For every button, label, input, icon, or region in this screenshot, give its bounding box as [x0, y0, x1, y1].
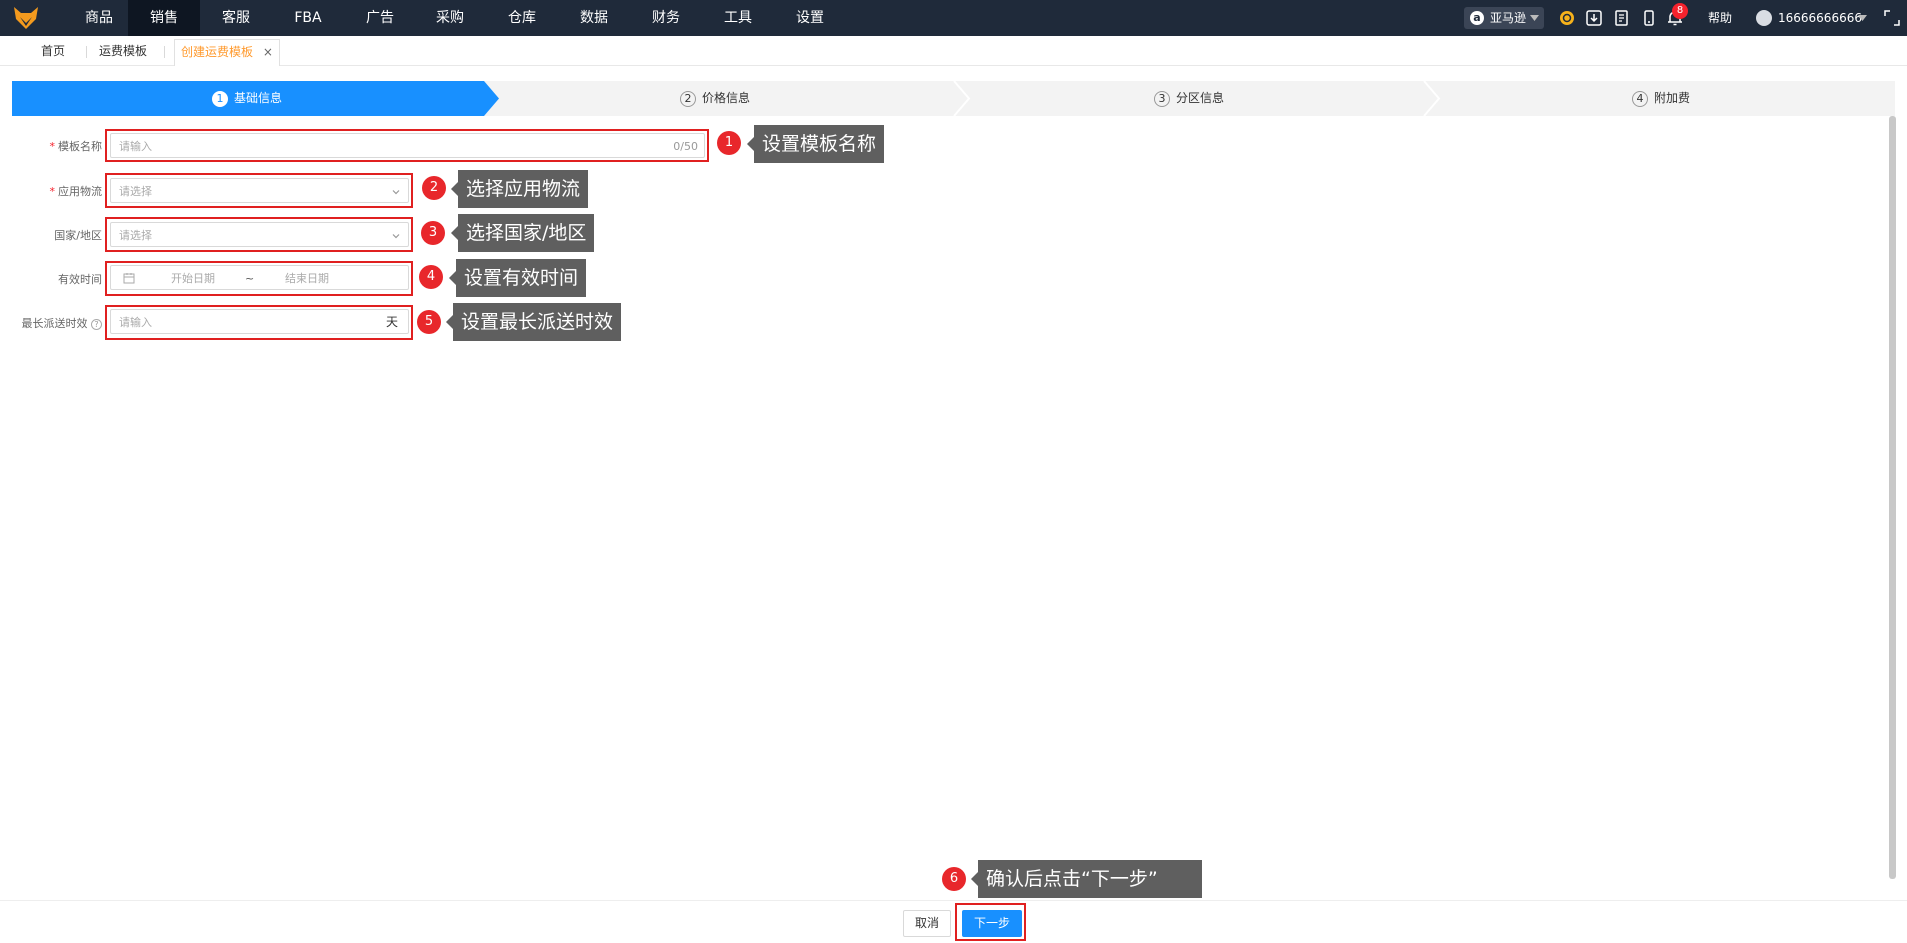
required-mark: * — [49, 185, 56, 198]
placeholder: 请选择 — [119, 229, 152, 242]
chevron-down-icon — [392, 190, 400, 195]
user-avatar[interactable] — [1756, 10, 1772, 26]
tab-home[interactable]: 首页 — [41, 36, 65, 66]
start-date-input[interactable]: 开始日期 — [171, 266, 215, 291]
step-number: 1 — [212, 90, 228, 107]
label-text: 应用物流 — [58, 185, 102, 198]
marketplace-selector[interactable]: a 亚马逊 — [1464, 7, 1544, 29]
calendar-icon — [123, 273, 135, 284]
annotation-number-1: 1 — [717, 131, 741, 155]
label-text: 模板名称 — [58, 140, 102, 153]
user-name[interactable]: 16666666666 — [1778, 0, 1862, 36]
amazon-icon: a — [1470, 11, 1484, 25]
next-step-button[interactable]: 下一步 — [962, 910, 1022, 937]
logistics-label: * 应用物流 — [20, 183, 103, 199]
annotation-number-2: 2 — [422, 176, 446, 200]
annotation-number-5: 5 — [417, 310, 441, 334]
user-caret-down-icon[interactable] — [1858, 15, 1867, 21]
template-name-input[interactable]: 请输入 0/50 — [110, 133, 705, 158]
annotation-callout-1: 设置模板名称 — [746, 125, 885, 163]
country-label: 国家/地区 — [20, 227, 102, 243]
unit-suffix: 天 — [385, 315, 398, 329]
step-label: 基础信息 — [234, 91, 283, 105]
tab-divider — [164, 46, 165, 58]
help-circle-icon[interactable]: ? — [91, 319, 102, 330]
nav-item-warehouse[interactable]: 仓库 — [492, 0, 552, 36]
annotation-number-3: 3 — [421, 221, 445, 245]
date-separator: ~ — [245, 272, 255, 285]
annotation-callout-3: 选择国家/地区 — [450, 214, 595, 252]
tab-create-label: 创建运费模板 — [181, 45, 254, 59]
tab-close-icon[interactable]: × — [263, 45, 273, 59]
label-text: 国家/地区 — [54, 229, 102, 242]
step-label: 附加费 — [1654, 91, 1691, 105]
max-delivery-label: 最长派送时效 ? — [10, 315, 102, 331]
top-navigation-bar: 商品 销售 客服 FBA 广告 采购 仓库 数据 财务 工具 设置 a 亚马逊 … — [0, 0, 1907, 36]
placeholder: 请输入 — [119, 140, 152, 153]
tab-divider — [86, 46, 87, 58]
nav-item-customer-service[interactable]: 客服 — [206, 0, 266, 36]
nav-item-fba[interactable]: FBA — [278, 0, 338, 36]
tab-create-freight-template[interactable]: 创建运费模板 × — [174, 39, 280, 66]
download-icon[interactable] — [1585, 9, 1603, 27]
tab-freight-template[interactable]: 运费模板 — [99, 36, 147, 66]
nav-item-ads[interactable]: 广告 — [350, 0, 410, 36]
mobile-icon[interactable] — [1640, 9, 1658, 27]
annotation-number-6: 6 — [942, 867, 966, 891]
label-text: 最长派送时效 — [21, 317, 88, 330]
placeholder: 请选择 — [119, 185, 152, 198]
step-surcharge: 4 附加费 — [1632, 81, 1690, 116]
country-select[interactable]: 请选择 — [110, 222, 409, 247]
step-label: 价格信息 — [702, 91, 751, 105]
annotation-callout-2: 选择应用物流 — [450, 170, 589, 208]
step-number: 2 — [680, 90, 696, 107]
step-progress-bar: 1 基础信息 2 价格信息 3 分区信息 4 附加费 — [12, 81, 1895, 116]
chevron-down-icon — [392, 234, 400, 239]
page-tab-bar: 首页 运费模板 创建运费模板 × — [0, 36, 1907, 66]
char-counter: 0/50 — [673, 140, 698, 153]
caret-down-icon — [1530, 15, 1539, 21]
valid-time-label: 有效时间 — [20, 271, 102, 287]
step-label: 分区信息 — [1176, 91, 1225, 105]
annotation-callout-5: 设置最长派送时效 — [445, 303, 622, 341]
coin-icon[interactable] — [1558, 9, 1576, 27]
steps-background — [12, 81, 1895, 116]
annotation-callout-6: 确认后点击“下一步” — [971, 860, 1202, 898]
nav-item-tools[interactable]: 工具 — [708, 0, 768, 36]
step-number: 4 — [1632, 90, 1648, 107]
help-link[interactable]: 帮助 — [1708, 0, 1732, 36]
step-number: 3 — [1154, 90, 1170, 107]
fullscreen-icon[interactable] — [1884, 10, 1900, 26]
nav-item-purchase[interactable]: 采购 — [420, 0, 480, 36]
nav-item-products[interactable]: 商品 — [74, 0, 124, 36]
template-name-label: * 模板名称 — [20, 138, 103, 154]
max-delivery-input[interactable]: 请输入 天 — [110, 309, 409, 334]
cancel-button[interactable]: 取消 — [903, 910, 951, 937]
form-footer — [0, 900, 1907, 943]
step-price-info: 2 价格信息 — [680, 81, 750, 116]
vertical-scrollbar[interactable] — [1889, 116, 1896, 879]
notification-badge: 8 — [1672, 3, 1688, 19]
label-text: 有效时间 — [58, 273, 102, 286]
nav-item-sales[interactable]: 销售 — [128, 0, 200, 36]
end-date-input[interactable]: 结束日期 — [285, 266, 329, 291]
fox-logo-icon[interactable] — [12, 5, 40, 31]
nav-item-finance[interactable]: 财务 — [636, 0, 696, 36]
annotation-number-4: 4 — [419, 265, 443, 289]
date-range-picker[interactable]: 开始日期 ~ 结束日期 — [110, 265, 409, 290]
annotation-callout-4: 设置有效时间 — [448, 259, 587, 297]
task-list-icon[interactable] — [1613, 9, 1631, 27]
marketplace-label: 亚马逊 — [1490, 11, 1527, 25]
placeholder: 请输入 — [119, 316, 152, 329]
nav-item-settings[interactable]: 设置 — [780, 0, 840, 36]
nav-item-data[interactable]: 数据 — [564, 0, 624, 36]
step-basic-info: 1 基础信息 — [212, 81, 282, 116]
logistics-select[interactable]: 请选择 — [110, 178, 409, 203]
step-zone-info: 3 分区信息 — [1154, 81, 1224, 116]
required-mark: * — [49, 140, 56, 153]
